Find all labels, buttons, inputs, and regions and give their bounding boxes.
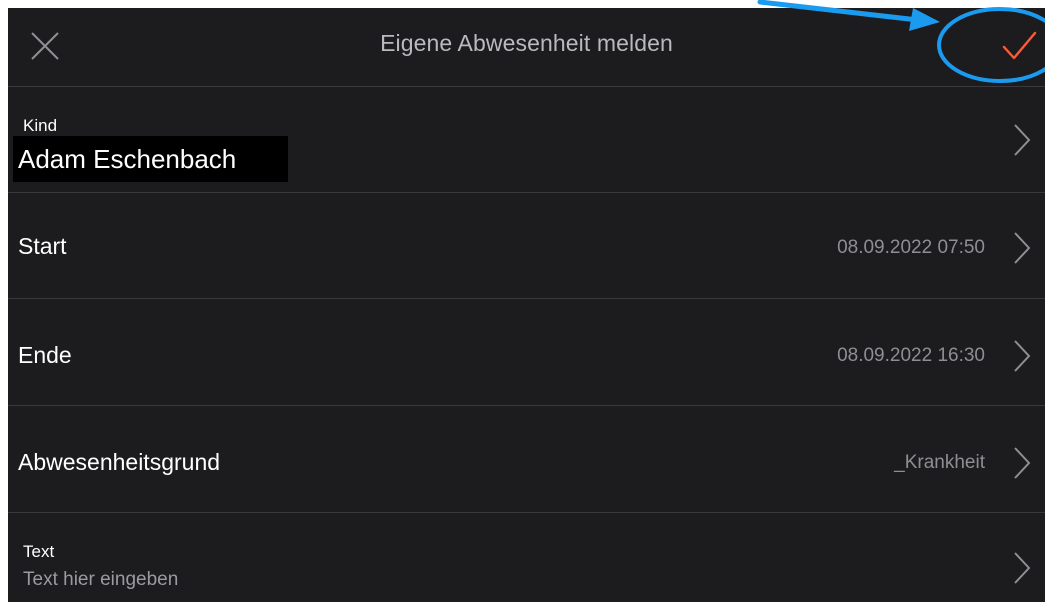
row-start[interactable]: Start 08.09.2022 07:50 [8, 192, 1045, 299]
text-label: Text [23, 542, 55, 561]
page-title: Eigene Abwesenheit melden [380, 30, 673, 56]
child-name: Adam Eschenbach [18, 144, 237, 174]
row-ende[interactable]: Ende 08.09.2022 16:30 [8, 298, 1045, 406]
ende-label: Ende [18, 342, 72, 368]
confirm-button[interactable] [999, 28, 1039, 64]
start-value: 08.09.2022 07:50 [837, 237, 985, 258]
row-abwesenheitsgrund[interactable]: Abwesenheitsgrund _Krankheit [8, 405, 1045, 513]
row-kind[interactable]: Kind Adam Eschenbach [8, 86, 1045, 193]
chevron-right-icon [1014, 232, 1031, 264]
start-label: Start [18, 233, 67, 259]
child-name-redaction-box: Adam Eschenbach [13, 136, 288, 182]
kind-label: Kind [23, 116, 58, 135]
ende-value: 08.09.2022 16:30 [837, 345, 985, 366]
text-input[interactable]: Text hier eingeben [23, 569, 178, 591]
abwesenheitsgrund-value: _Krankheit [894, 452, 985, 473]
checkmark-icon [1002, 31, 1037, 60]
abwesenheitsgrund-label: Abwesenheitsgrund [18, 449, 221, 475]
chevron-right-icon [1014, 447, 1031, 479]
chevron-right-icon [1014, 124, 1031, 156]
navigation-bar: Eigene Abwesenheit melden [8, 8, 1045, 86]
row-text[interactable]: Text Text hier eingeben [8, 512, 1045, 602]
chevron-right-icon [1014, 552, 1031, 584]
absence-form-screen: Eigene Abwesenheit melden Kind Adam Esch… [8, 8, 1045, 602]
chevron-right-icon [1014, 340, 1031, 372]
